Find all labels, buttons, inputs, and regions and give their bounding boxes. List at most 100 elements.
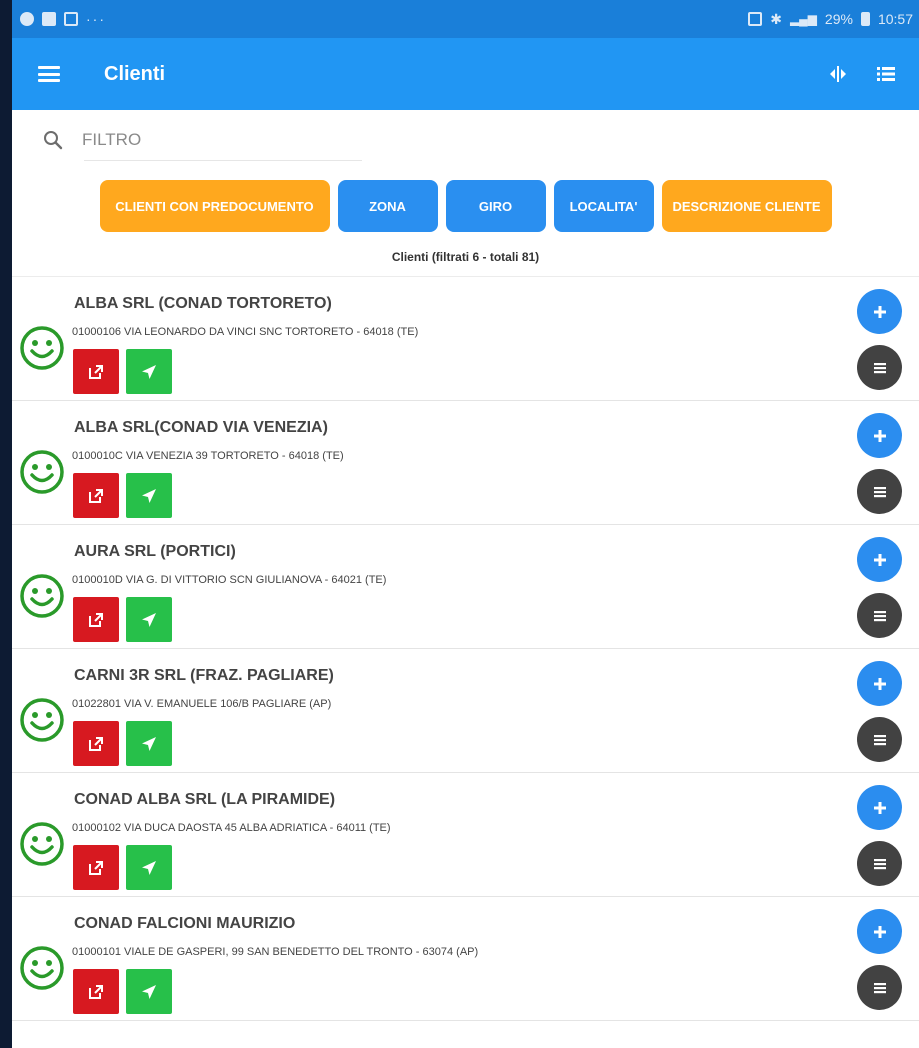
smiley-status-icon — [20, 574, 64, 618]
navigate-button[interactable] — [126, 597, 172, 642]
add-button[interactable] — [857, 413, 902, 458]
menu-button[interactable] — [857, 841, 902, 886]
page-title: Clienti — [104, 62, 166, 85]
client-row[interactable]: ALBA SRL (CONAD TORTORETO) 01000106 VIA … — [12, 277, 919, 401]
plus-icon — [873, 429, 886, 442]
app-bar-actions — [827, 63, 897, 85]
client-name: CONAD FALCIONI MAURIZIO — [74, 915, 296, 932]
navigate-button[interactable] — [126, 349, 172, 394]
battery-percent: 29% — [824, 11, 853, 27]
smiley-status-icon — [20, 450, 64, 494]
status-left: ··· — [20, 11, 106, 27]
add-button[interactable] — [857, 909, 902, 954]
alarm-icon — [20, 12, 34, 26]
search-underline — [84, 160, 362, 161]
external-link-icon — [89, 612, 103, 627]
status-right: ✱ ▂▄▆ 29% 10:57 — [748, 11, 913, 28]
gallery-icon — [42, 12, 56, 26]
client-name: CARNI 3R SRL (FRAZ. PAGLIARE) — [74, 667, 334, 684]
filter-giro-button[interactable]: GIRO — [445, 180, 546, 232]
battery-icon — [860, 12, 870, 26]
search-icon — [44, 131, 63, 150]
mail-icon — [64, 12, 78, 26]
open-client-button[interactable] — [73, 349, 119, 394]
client-address: 01000102 VIA DUCA DAOSTA 45 ALBA ADRIATI… — [72, 822, 391, 834]
menu-button[interactable] — [857, 717, 902, 762]
client-count: Clienti (filtrati 6 - totali 81) — [391, 250, 540, 264]
add-button[interactable] — [857, 785, 902, 830]
status-dots: ··· — [86, 11, 106, 27]
client-name: AURA SRL (PORTICI) — [74, 543, 236, 560]
open-client-button[interactable] — [73, 597, 119, 642]
wifi-signal-icon: ▂▄▆ — [789, 12, 817, 26]
search-input[interactable] — [82, 130, 352, 150]
navigation-arrow-icon — [142, 364, 156, 379]
search-bar — [12, 110, 919, 170]
client-row[interactable]: CONAD ALBA SRL (LA PIRAMIDE) 01000102 VI… — [12, 773, 919, 897]
smiley-status-icon — [20, 698, 64, 742]
client-row[interactable]: CONAD FALCIONI MAURIZIO 01000101 VIALE D… — [12, 897, 919, 1021]
menu-button[interactable] — [857, 593, 902, 638]
menu-button[interactable] — [857, 965, 902, 1010]
filter-buttons: CLIENTI CON PREDOCUMENTO ZONA GIRO LOCAL… — [12, 180, 919, 232]
menu-button[interactable] — [857, 469, 902, 514]
filter-clienti-con-predocumento-button[interactable]: CLIENTI CON PREDOCUMENTO — [99, 180, 330, 232]
bluetooth-icon: ✱ — [770, 10, 782, 27]
list-view-icon[interactable] — [875, 63, 897, 85]
split-view-icon[interactable] — [827, 63, 849, 85]
nfc-icon — [748, 12, 763, 26]
client-name: ALBA SRL(CONAD VIA VENEZIA) — [74, 419, 328, 436]
menu-lines-icon — [873, 734, 886, 745]
client-address: 01022801 VIA V. EMANUELE 106/B PAGLIARE … — [72, 698, 332, 710]
open-client-button[interactable] — [73, 969, 119, 1014]
smiley-status-icon — [20, 946, 64, 990]
client-list: ALBA SRL (CONAD TORTORETO) 01000106 VIA … — [12, 276, 919, 1021]
filter-localita-button[interactable]: LOCALITA' — [553, 180, 654, 232]
navigate-button[interactable] — [126, 845, 172, 890]
plus-icon — [873, 801, 886, 814]
add-button[interactable] — [857, 537, 902, 582]
navigation-arrow-icon — [142, 488, 156, 503]
plus-icon — [873, 925, 886, 938]
device-screen: ··· ✱ ▂▄▆ 29% 10:57 Clienti FILTRO CLIEN… — [12, 0, 919, 1048]
external-link-icon — [89, 488, 103, 503]
client-name: ALBA SRL (CONAD TORTORETO) — [74, 295, 332, 312]
external-link-icon — [89, 984, 103, 999]
menu-lines-icon — [873, 362, 886, 373]
add-button[interactable] — [857, 661, 902, 706]
navigation-arrow-icon — [142, 984, 156, 999]
menu-lines-icon — [873, 486, 886, 497]
smiley-status-icon — [20, 822, 64, 866]
navigate-button[interactable] — [126, 969, 172, 1014]
navigation-arrow-icon — [142, 612, 156, 627]
add-button[interactable] — [857, 289, 902, 334]
open-client-button[interactable] — [73, 721, 119, 766]
filter-zona-button[interactable]: ZONA — [337, 180, 438, 232]
hamburger-menu-icon[interactable] — [38, 66, 60, 82]
plus-icon — [873, 677, 886, 690]
open-client-button[interactable] — [73, 845, 119, 890]
app-bar: Clienti — [12, 38, 919, 110]
menu-lines-icon — [873, 858, 886, 869]
plus-icon — [873, 305, 886, 318]
filter-descrizione-cliente-button[interactable]: DESCRIZIONE CLIENTE — [661, 180, 832, 232]
navigation-arrow-icon — [142, 736, 156, 751]
smiley-status-icon — [20, 326, 64, 370]
menu-lines-icon — [873, 982, 886, 993]
client-row[interactable]: CARNI 3R SRL (FRAZ. PAGLIARE) 01022801 V… — [12, 649, 919, 773]
client-name: CONAD ALBA SRL (LA PIRAMIDE) — [74, 791, 336, 808]
navigate-button[interactable] — [126, 473, 172, 518]
client-row[interactable]: ALBA SRL(CONAD VIA VENEZIA) 0100010C VIA… — [12, 401, 919, 525]
external-link-icon — [89, 736, 103, 751]
navigate-button[interactable] — [126, 721, 172, 766]
menu-button[interactable] — [857, 345, 902, 390]
clock: 10:57 — [877, 11, 913, 27]
menu-lines-icon — [873, 610, 886, 621]
client-address: 01000101 VIALE DE GASPERI, 99 SAN BENEDE… — [72, 946, 479, 958]
client-address: 0100010C VIA VENEZIA 39 TORTORETO - 6401… — [72, 450, 344, 462]
client-address: 0100010D VIA G. DI VITTORIO SCN GIULIANO… — [72, 574, 387, 586]
open-client-button[interactable] — [73, 473, 119, 518]
external-link-icon — [89, 364, 103, 379]
status-bar: ··· ✱ ▂▄▆ 29% 10:57 — [12, 0, 919, 38]
client-row[interactable]: AURA SRL (PORTICI) 0100010D VIA G. DI VI… — [12, 525, 919, 649]
